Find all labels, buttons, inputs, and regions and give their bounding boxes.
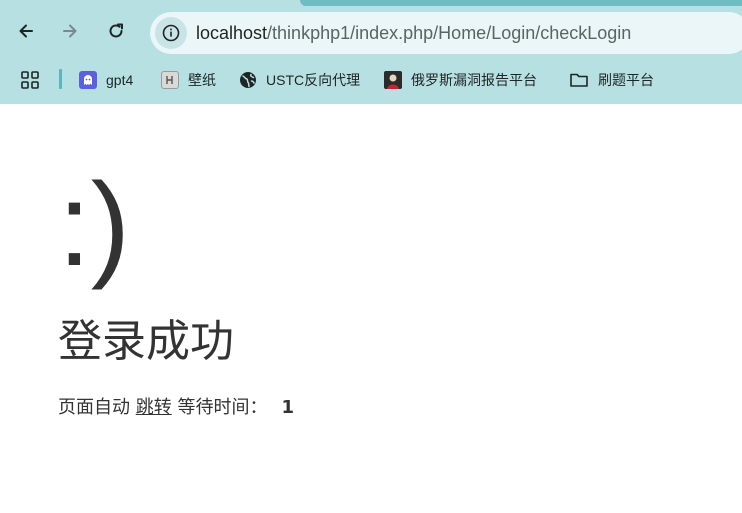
url-text[interactable]: localhost/thinkphp1/index.php/Home/Login…	[196, 23, 631, 44]
bookmark-wallpaper[interactable]: 壁纸	[161, 68, 216, 92]
address-bar[interactable]: localhost/thinkphp1/index.php/Home/Login…	[150, 12, 742, 54]
site-info-button[interactable]	[155, 17, 187, 49]
redirect-link[interactable]: 跳转	[136, 397, 172, 418]
site-avatar-icon	[384, 71, 402, 89]
bookmark-label: USTC反向代理	[266, 72, 361, 88]
bookmark-folder-practice[interactable]: 刷题平台	[569, 68, 654, 92]
back-button[interactable]	[10, 15, 42, 47]
apps-grid-icon	[21, 71, 39, 89]
apps-button[interactable]	[20, 68, 40, 92]
bookmark-ustc-proxy[interactable]: USTC反向代理	[239, 68, 360, 92]
back-arrow-icon	[19, 24, 33, 38]
wait-seconds: 1	[281, 397, 294, 418]
smiley-face: :)	[58, 159, 131, 291]
bookmark-label: 壁纸	[188, 72, 216, 88]
browser-toolbar: localhost/thinkphp1/index.php/Home/Login…	[0, 12, 742, 54]
globe-icon	[239, 71, 257, 89]
redirect-notice: 页面自动 跳转 等待时间： 1	[58, 396, 294, 420]
wallpaper-icon	[161, 71, 179, 89]
info-icon	[162, 24, 180, 42]
url-path: /thinkphp1/index.php/Home/Login/checkLog…	[267, 23, 632, 43]
bookmark-label: 俄罗斯漏洞报告平台	[411, 72, 537, 88]
success-message: 登录成功	[58, 316, 234, 367]
forward-arrow-icon	[63, 24, 77, 38]
url-host: localhost	[196, 23, 268, 43]
bookmark-label: 刷题平台	[598, 72, 654, 88]
bookmarks-separator	[59, 69, 62, 89]
reload-button[interactable]	[100, 15, 132, 47]
browser-chrome: localhost/thinkphp1/index.php/Home/Login…	[0, 0, 742, 104]
bookmark-label: gpt4	[106, 72, 134, 88]
bookmark-vuln-report[interactable]: 俄罗斯漏洞报告平台	[384, 68, 537, 92]
folder-icon	[569, 71, 589, 89]
tab-strip-edge	[300, 0, 742, 6]
wait-label: 等待时间：	[177, 397, 268, 418]
redirect-prefix: 页面自动	[58, 397, 130, 418]
bookmarks-bar: gpt4 壁纸 USTC反向代理 俄罗斯漏洞报告平台 刷题平台	[0, 64, 742, 96]
bookmark-gpt4[interactable]: gpt4	[79, 68, 133, 92]
reload-icon	[109, 23, 123, 38]
forward-button[interactable]	[54, 15, 86, 47]
ghost-icon	[79, 71, 97, 89]
